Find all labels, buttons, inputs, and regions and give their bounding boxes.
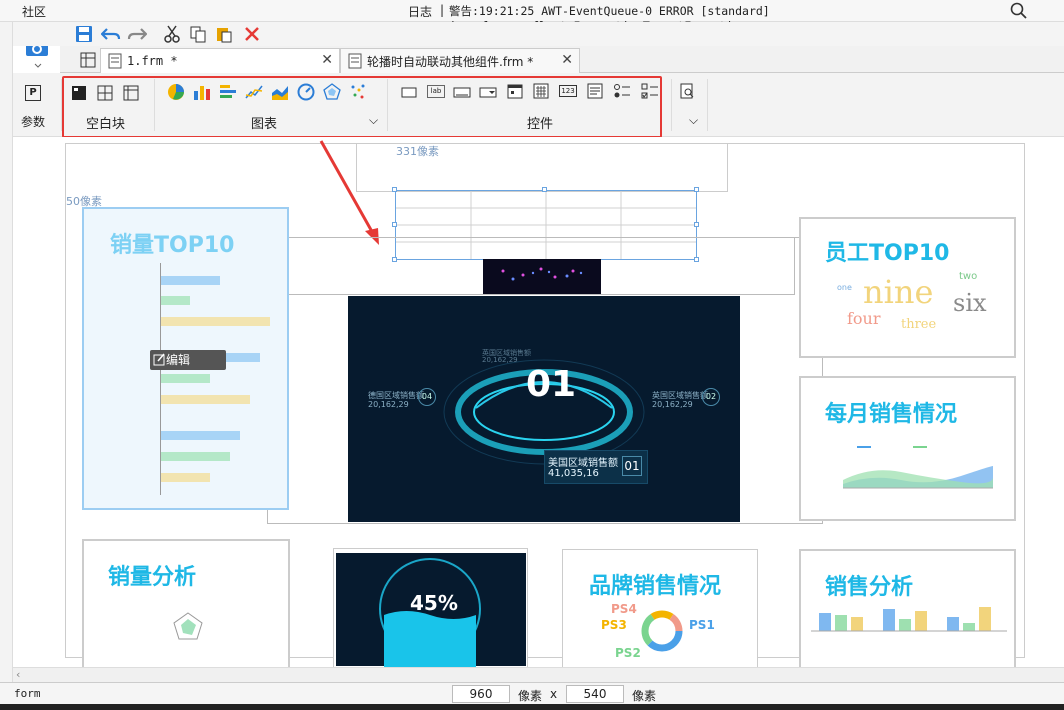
save-icon[interactable] xyxy=(75,25,93,43)
panel-title: 销售分析 xyxy=(825,575,914,600)
tab-label: 1.frm * xyxy=(127,54,178,68)
panel-title: 员工TOP10 xyxy=(825,241,950,266)
mode-label: form xyxy=(14,687,41,700)
height-input[interactable]: 540 xyxy=(566,685,624,703)
scroll-left-icon[interactable]: ‹ xyxy=(16,668,20,681)
chevron-down-icon[interactable]: ⌵ xyxy=(689,113,698,128)
form-file-icon xyxy=(108,53,122,69)
times-label: x xyxy=(550,687,558,701)
us-label: 美国区域销售额 xyxy=(548,458,618,469)
tab-form-1[interactable]: 1.frm * ✕ xyxy=(100,48,340,73)
top-bar: 社区 日志 | 警告:19:21:25 AWT-EventQueue-0 ERR… xyxy=(0,0,1064,33)
donut-chart xyxy=(641,610,683,652)
highlight-box xyxy=(62,76,662,138)
panel-title: 销量TOP10 xyxy=(110,233,235,258)
gauge-value: 45% xyxy=(410,591,458,615)
annotation-arrow xyxy=(319,140,379,245)
delete-icon[interactable] xyxy=(243,25,261,43)
close-icon[interactable]: ✕ xyxy=(321,52,333,68)
panel-sales-analysis-2[interactable]: 销售分析 xyxy=(799,549,1016,669)
tab-form-2[interactable]: 轮播时自动联动其他组件.frm * ✕ xyxy=(340,48,580,73)
panel-sales-analysis[interactable]: 销量分析 xyxy=(82,539,290,669)
paste-icon[interactable] xyxy=(215,25,233,43)
panel-brand-sales[interactable]: 品牌销售情况 PS4 PS3 PS2 PS1 xyxy=(562,549,758,669)
parameter-label: 参数 xyxy=(21,115,46,129)
separator: | xyxy=(440,3,445,17)
preview-icon[interactable] xyxy=(679,83,695,99)
horizontal-scrollbar[interactable]: ‹ xyxy=(13,667,1064,682)
ring-graphic xyxy=(443,359,645,465)
panel-staff-top10[interactable]: 员工TOP10 one nine two six four three xyxy=(799,217,1016,358)
dashboard-visual[interactable]: 01 英国区域销售额 20,162,29 德国区域销售额 20,162,29 0… xyxy=(348,296,740,522)
panel-title: 销量分析 xyxy=(108,565,197,590)
cut-icon[interactable] xyxy=(163,25,181,43)
copy-icon[interactable] xyxy=(189,25,207,43)
tab-label: 轮播时自动联动其他组件.frm * xyxy=(367,54,534,69)
form-file-icon xyxy=(348,53,362,69)
community-link[interactable]: 社区 xyxy=(22,3,46,20)
taskbar-strip xyxy=(0,704,1064,710)
area-chart xyxy=(843,466,993,489)
panel-sales-top10[interactable]: 销量TOP10 编辑 xyxy=(82,207,289,510)
radar-icon xyxy=(173,612,203,640)
left-rail[interactable] xyxy=(0,22,13,682)
panel-title: 每月销售情况 xyxy=(825,402,958,427)
toolbar xyxy=(13,22,1064,46)
edit-icon xyxy=(153,353,165,366)
width-input[interactable]: 960 xyxy=(452,685,510,703)
guide-frame xyxy=(356,143,728,192)
bar-chart xyxy=(811,607,1007,632)
panel-monthly-sales[interactable]: 每月销售情况 xyxy=(799,376,1016,521)
grid-icon[interactable] xyxy=(80,52,96,68)
log-link[interactable]: 日志 xyxy=(408,3,432,20)
undo-icon[interactable] xyxy=(101,25,121,43)
banner-image xyxy=(483,259,601,294)
unit-label: 像素 xyxy=(518,689,543,703)
edit-button[interactable]: 编辑 xyxy=(150,350,226,370)
redo-icon[interactable] xyxy=(127,25,147,43)
tab-bar: 1.frm * ✕ 轮播时自动联动其他组件.frm * ✕ xyxy=(60,46,1064,73)
parameter-icon[interactable]: P xyxy=(25,85,41,101)
unit-label: 像素 xyxy=(632,689,657,703)
search-icon[interactable] xyxy=(1010,2,1028,20)
status-bar: form 960 像素 x 540 像素 xyxy=(0,682,1064,704)
close-icon[interactable]: ✕ xyxy=(561,52,573,68)
panel-gauge[interactable]: 45% xyxy=(333,548,528,669)
panel-title: 品牌销售情况 xyxy=(589,574,722,599)
dashboard-center: 01 xyxy=(526,364,577,405)
